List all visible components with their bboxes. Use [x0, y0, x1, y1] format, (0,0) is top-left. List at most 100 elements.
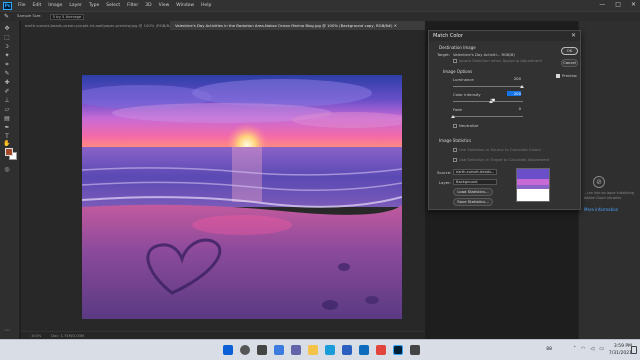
menu-filter[interactable]: Filter: [127, 3, 138, 8]
use-selection-source-checkbox[interactable]: [453, 148, 457, 152]
crop-tool-icon[interactable]: ⌗: [3, 61, 11, 68]
load-statistics-button[interactable]: Load Statistics...: [453, 188, 493, 196]
photoshop-taskbar-icon[interactable]: [393, 345, 403, 355]
dialog-titlebar[interactable]: Match Color ✕: [429, 31, 580, 41]
wifi-icon[interactable]: ◠: [581, 346, 585, 352]
preview-label: Preview: [562, 73, 577, 78]
weather-temperature[interactable]: 88: [546, 347, 552, 352]
fade-slider[interactable]: [453, 116, 523, 117]
fade-slider-thumb[interactable]: [451, 115, 455, 118]
stamp-tool-icon[interactable]: ⊥: [3, 97, 11, 104]
sunset-beach-image[interactable]: [82, 75, 402, 319]
fade-input[interactable]: 0: [507, 106, 521, 111]
start-icon[interactable]: [223, 345, 233, 355]
minimize-button[interactable]: —: [599, 1, 605, 8]
pen-tool-icon[interactable]: ✒: [3, 124, 11, 131]
document-tabs: earth-sunset-beads-ocean-purple-hd-wallp…: [21, 21, 425, 30]
save-statistics-button[interactable]: Save Statistics...: [453, 198, 493, 206]
color-intensity-input[interactable]: 200: [507, 91, 521, 96]
chevron-up-icon[interactable]: ˄: [574, 346, 577, 352]
more-information-link[interactable]: More information: [584, 207, 618, 212]
teams-chat-icon[interactable]: [291, 345, 301, 355]
search-icon[interactable]: [240, 345, 250, 355]
mail-icon[interactable]: [359, 345, 369, 355]
tab-valentines-day[interactable]: Valentine's Day Activities in the Badort…: [171, 21, 425, 30]
menu-type[interactable]: Type: [89, 3, 99, 8]
layer-select[interactable]: Background: [453, 179, 497, 185]
marquee-tool-icon[interactable]: ⬚: [3, 34, 11, 41]
edit-toolbar-icon[interactable]: ⋯: [3, 327, 11, 334]
color-intensity-slider[interactable]: [453, 101, 523, 102]
sample-size-select[interactable]: 5 by 5 Average: [49, 13, 85, 20]
system-tray: ˄ ◠ ◁ ▭: [574, 346, 604, 352]
store-icon[interactable]: [342, 345, 352, 355]
type-tool-icon[interactable]: T: [3, 133, 11, 140]
clock-time: 3:59 PM: [613, 344, 632, 349]
image-options-header: Image Options: [443, 69, 473, 74]
target-value: Valentine's Day Activiti... RGB/8): [453, 52, 515, 57]
layer-label: Layer:: [439, 180, 451, 185]
eyedropper-tool-icon[interactable]: ✎: [4, 13, 9, 20]
photoshop-logo: Ps: [3, 1, 12, 10]
luminance-slider-thumb[interactable]: [520, 85, 524, 88]
source-select[interactable]: earth-sunset-beads...: [453, 169, 497, 175]
menu-help[interactable]: Help: [201, 3, 211, 8]
destination-header: Destination Image: [439, 45, 476, 50]
edge-icon[interactable]: [325, 345, 335, 355]
menu-view[interactable]: View: [159, 3, 170, 8]
luminance-input[interactable]: 200: [507, 76, 521, 81]
brush-tool-icon[interactable]: ✐: [3, 88, 11, 95]
color-intensity-label: Color Intensity: [453, 92, 481, 97]
menu-image[interactable]: Image: [48, 3, 62, 8]
battery-icon[interactable]: ▭: [599, 346, 604, 352]
luminance-slider[interactable]: [453, 86, 523, 87]
neutralize-checkbox[interactable]: [453, 124, 457, 128]
menu-edit[interactable]: Edit: [33, 3, 42, 8]
document-info[interactable]: Doc: 1.74M/3.03M: [51, 334, 84, 338]
zoom-level[interactable]: 100%: [31, 334, 41, 338]
magic-wand-tool-icon[interactable]: ✦: [3, 52, 11, 59]
menu-3d[interactable]: 3D: [145, 3, 151, 8]
ignore-selection-checkbox[interactable]: [453, 59, 457, 63]
menu-select[interactable]: Select: [106, 3, 120, 8]
ignore-selection-label: Ignore Selection when Applying Adjustmen…: [459, 58, 543, 63]
hand-tool-icon[interactable]: ✋: [3, 140, 11, 147]
file-explorer-icon[interactable]: [308, 345, 318, 355]
source-thumbnail: [516, 168, 550, 202]
clock-date: 7/31/2021: [608, 351, 632, 356]
widgets-icon[interactable]: [274, 345, 284, 355]
app-icon-2[interactable]: [410, 345, 420, 355]
clock[interactable]: 3:59 PM 7/31/2021: [609, 343, 632, 357]
menu-file[interactable]: File: [18, 3, 26, 8]
quick-mask-icon[interactable]: ◎: [3, 166, 11, 173]
menu-window[interactable]: Window: [176, 3, 194, 8]
use-selection-target-checkbox[interactable]: [453, 158, 457, 162]
use-selection-target-label: Use Selection in Target to Calculate Adj…: [459, 157, 550, 162]
ok-button[interactable]: OK: [561, 47, 578, 55]
notification-icon[interactable]: [631, 346, 637, 354]
task-view-icon[interactable]: [257, 345, 267, 355]
cancel-button[interactable]: Cancel: [561, 59, 578, 67]
move-tool-icon[interactable]: ✥: [3, 25, 11, 32]
lasso-tool-icon[interactable]: ↄ: [3, 43, 11, 50]
eraser-tool-icon[interactable]: ▱: [3, 106, 11, 113]
eyedropper-tool-icon[interactable]: ✎: [3, 70, 11, 77]
preview-checkbox[interactable]: [556, 74, 560, 78]
menu-layer[interactable]: Layer: [69, 3, 82, 8]
maximize-button[interactable]: □: [615, 1, 621, 8]
windows-taskbar: 88 ˄ ◠ ◁ ▭ 3:59 PM 7/31/2021: [0, 339, 640, 360]
gradient-tool-icon[interactable]: ▤: [3, 115, 11, 122]
tools-panel: ✥ ⬚ ↄ ✦ ⌗ ✎ ✚ ✐ ⊥ ▱ ▤ ✒ T ✋ ◎ ⋯: [0, 21, 20, 339]
fade-label: Fade: [453, 107, 462, 112]
cloud-error-icon: ⊘: [593, 176, 605, 188]
sample-size-label: Sample Size:: [17, 12, 42, 18]
dialog-close-button[interactable]: ✕: [571, 32, 576, 39]
close-window-button[interactable]: ✕: [631, 1, 636, 8]
match-color-dialog: Match Color ✕ Destination Image Target: …: [428, 30, 581, 210]
app-icon[interactable]: [376, 345, 386, 355]
volume-icon[interactable]: ◁: [590, 346, 594, 352]
foreground-color-swatch[interactable]: [5, 148, 13, 156]
healing-brush-icon[interactable]: ✚: [3, 79, 11, 86]
libraries-error-message: ...ran into an issue initializing Adobe …: [584, 191, 634, 200]
tab-earth-sunset[interactable]: earth-sunset-beads-ocean-purple-hd-wallp…: [21, 21, 171, 30]
